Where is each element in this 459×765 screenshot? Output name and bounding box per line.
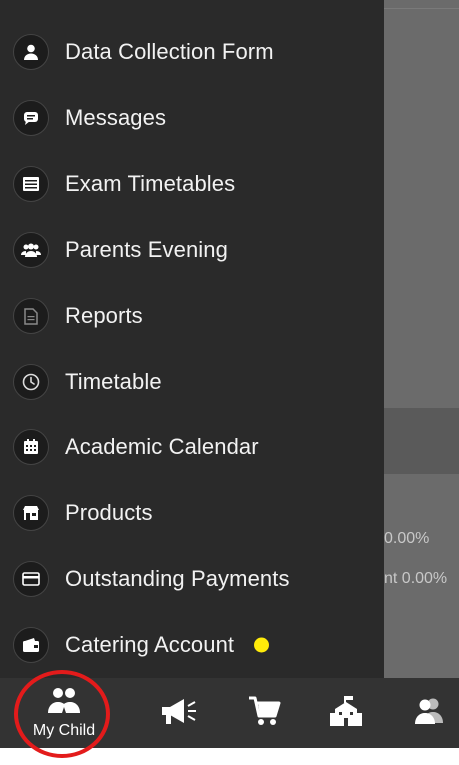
menu-item-catering-account[interactable]: Catering Account [0, 613, 384, 677]
menu-item-data-collection-form[interactable]: Data Collection Form [0, 20, 384, 84]
menu-item-label: Parents Evening [65, 237, 228, 262]
group-icon [13, 232, 49, 268]
menu-item-label: Reports [65, 303, 143, 328]
menu-item-products[interactable]: Products [0, 481, 384, 545]
menu-item-label: Exam Timetables [65, 171, 236, 196]
clock-icon [13, 364, 49, 400]
menu-item-timetable[interactable]: Timetable [0, 350, 384, 414]
highlight-annotation-circle [14, 670, 110, 758]
cart-icon [247, 694, 281, 733]
nav-announcements-button[interactable] [150, 678, 206, 748]
store-icon [13, 495, 49, 531]
background-divider [384, 8, 459, 9]
menu-item-label: Data Collection Form [65, 39, 274, 64]
document-icon [13, 298, 49, 334]
navigation-drawer: Data Collection Form Messages Exam Timet… [0, 0, 384, 678]
menu-item-label: Messages [65, 105, 167, 130]
menu-item-academic-calendar[interactable]: Academic Calendar [0, 415, 384, 479]
menu-item-messages[interactable]: Messages [0, 86, 384, 150]
menu-item-exam-timetables[interactable]: Exam Timetables [0, 152, 384, 216]
menu-item-reports[interactable]: Reports [0, 284, 384, 348]
menu-item-parents-evening[interactable]: Parents Evening [0, 218, 384, 282]
nav-school-button[interactable] [318, 678, 374, 748]
nav-contacts-button[interactable] [402, 678, 456, 748]
list-icon [13, 166, 49, 202]
megaphone-icon [159, 696, 197, 731]
contacts-icon [413, 697, 445, 730]
background-section-header [384, 408, 459, 474]
menu-item-label: Products [65, 500, 153, 525]
menu-item-label: Timetable [65, 369, 162, 394]
wallet-icon [13, 627, 49, 663]
nav-shop-button[interactable] [236, 678, 292, 748]
menu-item-label: Catering Account [65, 632, 235, 657]
background-stat-2: nt 0.00% [384, 570, 448, 587]
menu-item-outstanding-payments[interactable]: Outstanding Payments [0, 547, 384, 611]
background-stat-1: 0.00% [384, 530, 430, 547]
person-icon [13, 34, 49, 70]
menu-item-label: Academic Calendar [65, 434, 259, 459]
card-icon [13, 561, 49, 597]
school-icon [329, 695, 363, 732]
chat-icon [13, 100, 49, 136]
calendar-icon [13, 429, 49, 465]
notification-dot [254, 637, 269, 653]
menu-item-label: Outstanding Payments [65, 566, 290, 591]
